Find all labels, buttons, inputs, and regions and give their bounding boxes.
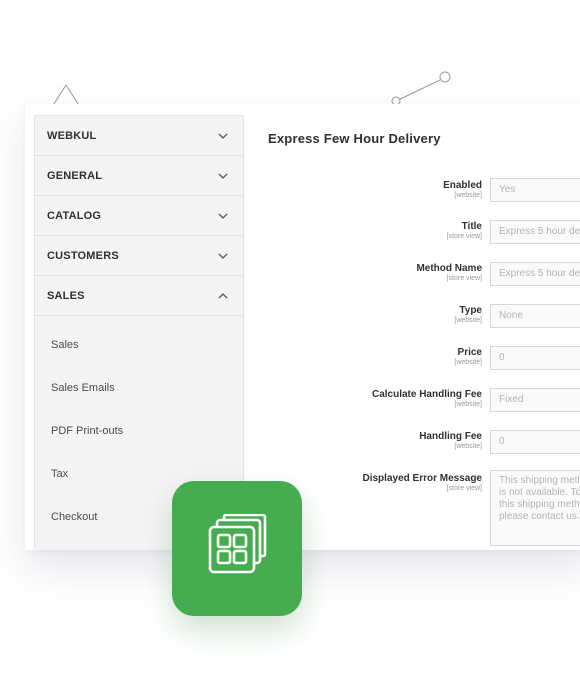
error-message-textarea[interactable]: This shipping method is not available. T… xyxy=(490,470,580,546)
sidebar-section-customers[interactable]: CUSTOMERS xyxy=(35,236,243,276)
field-label-type: Type [website] xyxy=(282,305,482,324)
field-name: Displayed Error Message xyxy=(362,473,483,484)
method-name-input[interactable]: Express 5 hour delivery xyxy=(490,262,580,286)
field-scope: [website] xyxy=(454,192,482,199)
field-label-method-name: Method Name [store view] xyxy=(282,263,482,282)
field-label-handling-fee: Handling Fee [website] xyxy=(282,431,482,450)
field-scope: [store view] xyxy=(446,275,482,282)
sidebar-section-general[interactable]: GENERAL xyxy=(35,156,243,196)
grid-layers-icon xyxy=(205,513,269,583)
type-select[interactable]: None xyxy=(490,304,580,328)
chevron-up-icon xyxy=(217,290,229,302)
chevron-down-icon xyxy=(217,170,229,182)
page-title: Express Few Hour Delivery xyxy=(268,131,441,146)
calculate-handling-fee-select[interactable]: Fixed xyxy=(490,388,580,412)
section-label: CATALOG xyxy=(47,209,102,222)
app-badge xyxy=(172,481,302,616)
field-name: Method Name xyxy=(416,263,482,274)
chevron-down-icon xyxy=(217,130,229,142)
title-input[interactable]: Express 5 hour delivery xyxy=(490,220,580,244)
field-label-calculate-handling-fee: Calculate Handling Fee [website] xyxy=(282,389,482,408)
field-name: Type xyxy=(459,305,482,316)
shipping-method-config: Express Few Hour Delivery Enabled [websi… xyxy=(268,104,580,550)
field-name: Price xyxy=(457,347,482,358)
field-scope: [website] xyxy=(454,359,482,366)
price-input[interactable]: 0 xyxy=(490,346,580,370)
field-label-title: Title [store view] xyxy=(282,221,482,240)
field-label-displayed-error-message: Displayed Error Message [store view] xyxy=(282,473,483,492)
sidebar-section-webkul[interactable]: WEBKUL xyxy=(35,116,243,156)
field-name: Calculate Handling Fee xyxy=(371,389,482,400)
sidebar-section-sales[interactable]: SALES xyxy=(35,276,243,316)
admin-config-window: WEBKUL GENERAL CATALOG CUSTOMERS SALES S… xyxy=(25,104,580,550)
sidebar-section-catalog[interactable]: CATALOG xyxy=(35,196,243,236)
field-label-price: Price [website] xyxy=(282,347,482,366)
sidebar-item-sales[interactable]: Sales xyxy=(35,323,243,366)
field-scope: [website] xyxy=(454,401,482,408)
field-name: Title xyxy=(461,221,482,232)
field-name: Enabled xyxy=(443,180,482,191)
field-name: Handling Fee xyxy=(419,431,482,442)
section-label: WEBKUL xyxy=(47,129,97,142)
field-scope: [website] xyxy=(454,317,482,324)
section-label: GENERAL xyxy=(47,169,103,182)
field-scope: [store view] xyxy=(446,233,482,240)
handling-fee-input[interactable]: 0 xyxy=(490,430,580,454)
field-label-enabled: Enabled [website] xyxy=(282,180,482,199)
sidebar-item-pdf-print-outs[interactable]: PDF Print-outs xyxy=(35,409,243,452)
field-scope: [store view] xyxy=(446,485,482,492)
sidebar-item-sales-emails[interactable]: Sales Emails xyxy=(35,366,243,409)
field-scope: [website] xyxy=(454,443,482,450)
enabled-select[interactable]: Yes xyxy=(490,178,580,202)
chevron-down-icon xyxy=(217,250,229,262)
section-label: CUSTOMERS xyxy=(47,249,119,262)
section-label: SALES xyxy=(47,289,85,302)
chevron-down-icon xyxy=(217,210,229,222)
